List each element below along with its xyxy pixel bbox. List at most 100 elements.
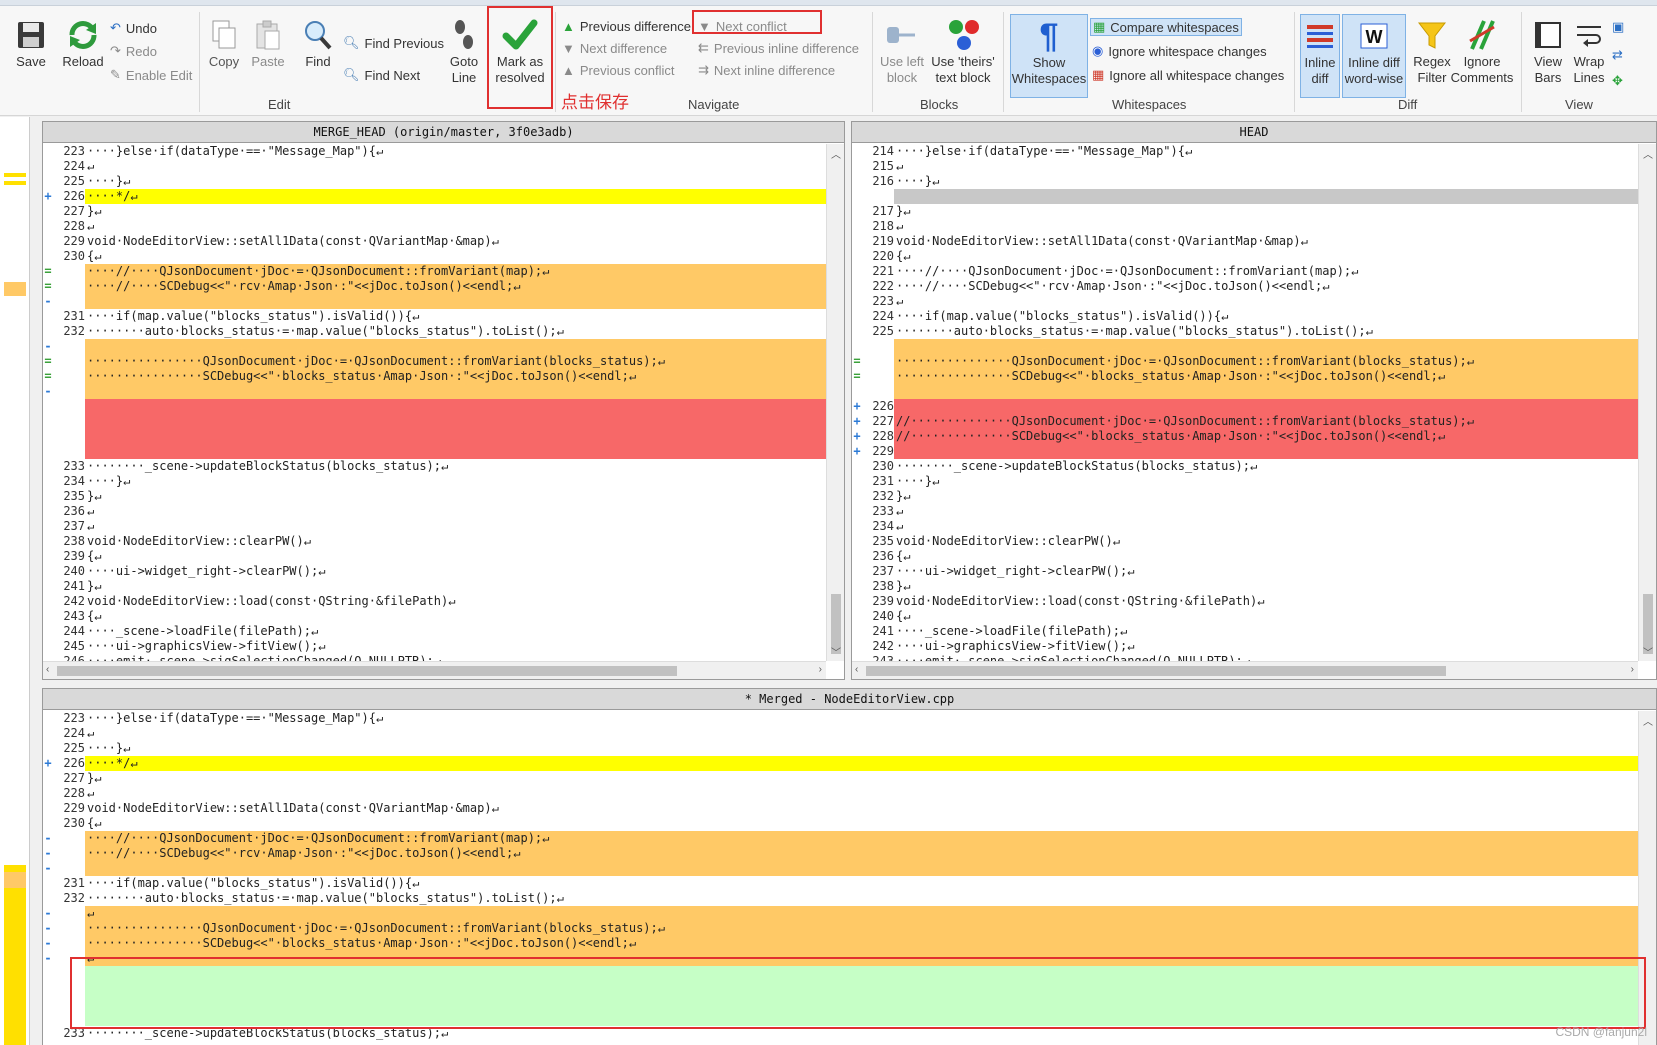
code-line[interactable]: 238 void·NodeEditorView::clearPW()↵ bbox=[43, 534, 826, 549]
ignore-whitespace-changes-toggle[interactable]: ◉ Ignore whitespace changes bbox=[1092, 42, 1267, 60]
code-line[interactable]: - bbox=[43, 861, 1638, 876]
code-line[interactable]: 235 void·NodeEditorView::clearPW()↵ bbox=[852, 534, 1638, 549]
code-line[interactable]: - ····//····SCDebug<<"·rcv·Amap·Json·:"<<… bbox=[43, 846, 1638, 861]
code-line[interactable]: +229 bbox=[852, 444, 1638, 459]
code-line[interactable] bbox=[852, 189, 1638, 204]
code-line[interactable]: 223 ····}else·if(dataType·==·"Message_Map… bbox=[43, 144, 826, 159]
enable-edit-button[interactable]: ✎ Enable Edit bbox=[110, 66, 192, 84]
inline-diff-word-wise-toggle[interactable]: W Inline diff word-wise bbox=[1342, 14, 1406, 98]
code-line[interactable]: 224 ↵ bbox=[43, 159, 826, 174]
code-line[interactable]: +228//··············SCDebug<<"·blocks_st… bbox=[852, 429, 1638, 444]
find-button[interactable]: Find bbox=[302, 16, 334, 70]
code-line[interactable]: - ················SCDebug<<"·blocks_statu… bbox=[43, 936, 1638, 951]
code-line[interactable]: 241 ····_scene->loadFile(filePath);↵ bbox=[852, 624, 1638, 639]
code-line[interactable]: 225 ····}↵ bbox=[43, 741, 1638, 756]
code-line[interactable]: = ····//····SCDebug<<"·rcv·Amap·Json·:"<<… bbox=[43, 279, 826, 294]
code-line[interactable]: = ················QJsonDocument·jDoc·=·QJ… bbox=[852, 354, 1638, 369]
show-whitespaces-button[interactable]: ¶ Show Whitespaces bbox=[1010, 14, 1088, 98]
previous-conflict-button[interactable]: ▲ Previous conflict bbox=[562, 61, 675, 79]
save-button[interactable]: Save bbox=[10, 16, 52, 70]
code-line[interactable]: 234 ↵ bbox=[852, 519, 1638, 534]
right-code-view[interactable]: 214 ····}else·if(dataType·==·"Message_Map… bbox=[852, 144, 1638, 661]
code-line[interactable]: 221 ····//····QJsonDocument·jDoc·=·QJsonD… bbox=[852, 264, 1638, 279]
code-line[interactable]: 242 ····ui->graphicsView->fitView();↵ bbox=[852, 639, 1638, 654]
code-line[interactable]: 244 ····_scene->loadFile(filePath);↵ bbox=[43, 624, 826, 639]
code-line[interactable]: 238}↵ bbox=[852, 579, 1638, 594]
diff-overview-bar[interactable] bbox=[0, 117, 30, 1045]
use-left-block-button[interactable]: Use left block bbox=[876, 16, 928, 86]
code-line[interactable]: 231 ····if(map.value("blocks_status").isV… bbox=[43, 876, 1638, 891]
code-line[interactable]: 230 {↵ bbox=[43, 816, 1638, 831]
regex-filter-button[interactable]: Regex Filter bbox=[1408, 16, 1456, 86]
code-line[interactable]: +226 ····*/↵ bbox=[43, 189, 826, 204]
ignore-comments-button[interactable]: Ignore Comments bbox=[1450, 16, 1514, 86]
code-line[interactable]: 228 ↵ bbox=[43, 786, 1638, 801]
code-line[interactable]: 239 {↵ bbox=[43, 549, 826, 564]
code-line[interactable]: = ················SCDebug<<"·blocks_statu… bbox=[852, 369, 1638, 384]
code-line[interactable]: 220 {↵ bbox=[852, 249, 1638, 264]
code-line[interactable]: - ····//····QJsonDocument·jDoc·=·QJsonDoc… bbox=[43, 831, 1638, 846]
code-line[interactable]: 228 ↵ bbox=[43, 219, 826, 234]
code-line[interactable]: - bbox=[43, 294, 826, 309]
code-line[interactable]: 243 {↵ bbox=[43, 609, 826, 624]
right-vertical-scrollbar[interactable]: ︿ ﹀ bbox=[1638, 144, 1656, 661]
code-line[interactable]: 233 ········_scene->updateBlockStatus(blo… bbox=[43, 459, 826, 474]
goto-line-button[interactable]: Goto Line bbox=[448, 16, 480, 86]
paste-button[interactable]: Paste bbox=[248, 16, 288, 70]
compare-whitespaces-toggle[interactable]: ▦ Compare whitespaces bbox=[1090, 18, 1242, 36]
code-line[interactable]: +226 bbox=[852, 399, 1638, 414]
code-line[interactable]: = ················SCDebug<<"·blocks_statu… bbox=[43, 369, 826, 384]
code-line[interactable] bbox=[852, 384, 1638, 399]
code-line[interactable]: 235}↵ bbox=[43, 489, 826, 504]
code-line[interactable]: 225 ········auto·blocks_status·=·map.valu… bbox=[852, 324, 1638, 339]
code-line[interactable]: 215 ↵ bbox=[852, 159, 1638, 174]
copy-button[interactable]: Copy bbox=[205, 16, 243, 70]
code-line[interactable]: - bbox=[43, 339, 826, 354]
find-next-button[interactable]: 🔍︎ Find Next bbox=[343, 66, 420, 84]
ignore-all-whitespace-toggle[interactable]: ▦ Ignore all whitespace changes bbox=[1092, 66, 1284, 84]
code-line[interactable]: 240 ····ui->widget_right->clearPW();↵ bbox=[43, 564, 826, 579]
code-line[interactable]: 237 ↵ bbox=[43, 519, 826, 534]
code-line[interactable]: 224 ····if(map.value("blocks_status").isV… bbox=[852, 309, 1638, 324]
code-line[interactable]: - ················QJsonDocument·jDoc·=·QJ… bbox=[43, 921, 1638, 936]
code-line[interactable]: 214 ····}else·if(dataType·==·"Message_Map… bbox=[852, 144, 1638, 159]
code-line[interactable]: 229 void·NodeEditorView::setAll1Data(cons… bbox=[43, 801, 1638, 816]
code-line[interactable] bbox=[43, 429, 826, 444]
next-inline-difference-button[interactable]: ⇉ Next inline difference bbox=[698, 61, 835, 79]
code-line[interactable]: 230 ········_scene->updateBlockStatus(blo… bbox=[852, 459, 1638, 474]
code-line[interactable] bbox=[43, 444, 826, 459]
find-previous-button[interactable]: 🔍︎ Find Previous bbox=[343, 34, 444, 52]
code-line[interactable]: 236 {↵ bbox=[852, 549, 1638, 564]
code-line[interactable]: 246 ····emit·_scene->sigSelectionChanged(… bbox=[43, 654, 826, 661]
code-line[interactable]: 241}↵ bbox=[43, 579, 826, 594]
code-line[interactable]: +226 ····*/↵ bbox=[43, 756, 1638, 771]
code-line[interactable]: 219 void·NodeEditorView::setAll1Data(cons… bbox=[852, 234, 1638, 249]
code-line[interactable]: 239 void·NodeEditorView::load(const·QStri… bbox=[852, 594, 1638, 609]
code-line[interactable]: 216 ····}↵ bbox=[852, 174, 1638, 189]
code-line[interactable]: 237 ····ui->widget_right->clearPW();↵ bbox=[852, 564, 1638, 579]
inline-diff-toggle[interactable]: Inline diff bbox=[1300, 14, 1340, 98]
code-line[interactable] bbox=[852, 339, 1638, 354]
next-difference-button[interactable]: ▼ Next difference bbox=[562, 39, 667, 57]
code-line[interactable]: 243 ····emit·_scene->sigSelectionChanged(… bbox=[852, 654, 1638, 661]
code-line[interactable]: 225 ····}↵ bbox=[43, 174, 826, 189]
code-line[interactable]: = ····//····QJsonDocument·jDoc·=·QJsonDoc… bbox=[43, 264, 826, 279]
right-horizontal-scrollbar[interactable]: ‹ › bbox=[852, 661, 1638, 679]
code-line[interactable]: 223 ····}else·if(dataType·==·"Message_Map… bbox=[43, 711, 1638, 726]
code-line[interactable]: 217}↵ bbox=[852, 204, 1638, 219]
code-line[interactable]: 227}↵ bbox=[43, 771, 1638, 786]
panel-layout-icon[interactable]: ▣ bbox=[1612, 18, 1624, 36]
use-theirs-button[interactable]: Use 'theirs' text block bbox=[928, 16, 998, 86]
code-line[interactable]: 227}↵ bbox=[43, 204, 826, 219]
move-cross-icon[interactable]: ✥ bbox=[1612, 72, 1623, 90]
code-line[interactable]: 240 {↵ bbox=[852, 609, 1638, 624]
code-line[interactable]: 245 ····ui->graphicsView->fitView();↵ bbox=[43, 639, 826, 654]
code-line[interactable]: 230 {↵ bbox=[43, 249, 826, 264]
code-line[interactable]: = ················QJsonDocument·jDoc·=·QJ… bbox=[43, 354, 826, 369]
previous-difference-button[interactable]: ▲ Previous difference bbox=[562, 17, 691, 35]
code-line[interactable]: 223 ↵ bbox=[852, 294, 1638, 309]
code-line[interactable]: 236 ↵ bbox=[43, 504, 826, 519]
code-line[interactable]: 231 ····}↵ bbox=[852, 474, 1638, 489]
code-line[interactable]: 222 ····//····SCDebug<<"·rcv·Amap·Json·:"… bbox=[852, 279, 1638, 294]
view-bars-button[interactable]: View Bars bbox=[1528, 16, 1568, 86]
